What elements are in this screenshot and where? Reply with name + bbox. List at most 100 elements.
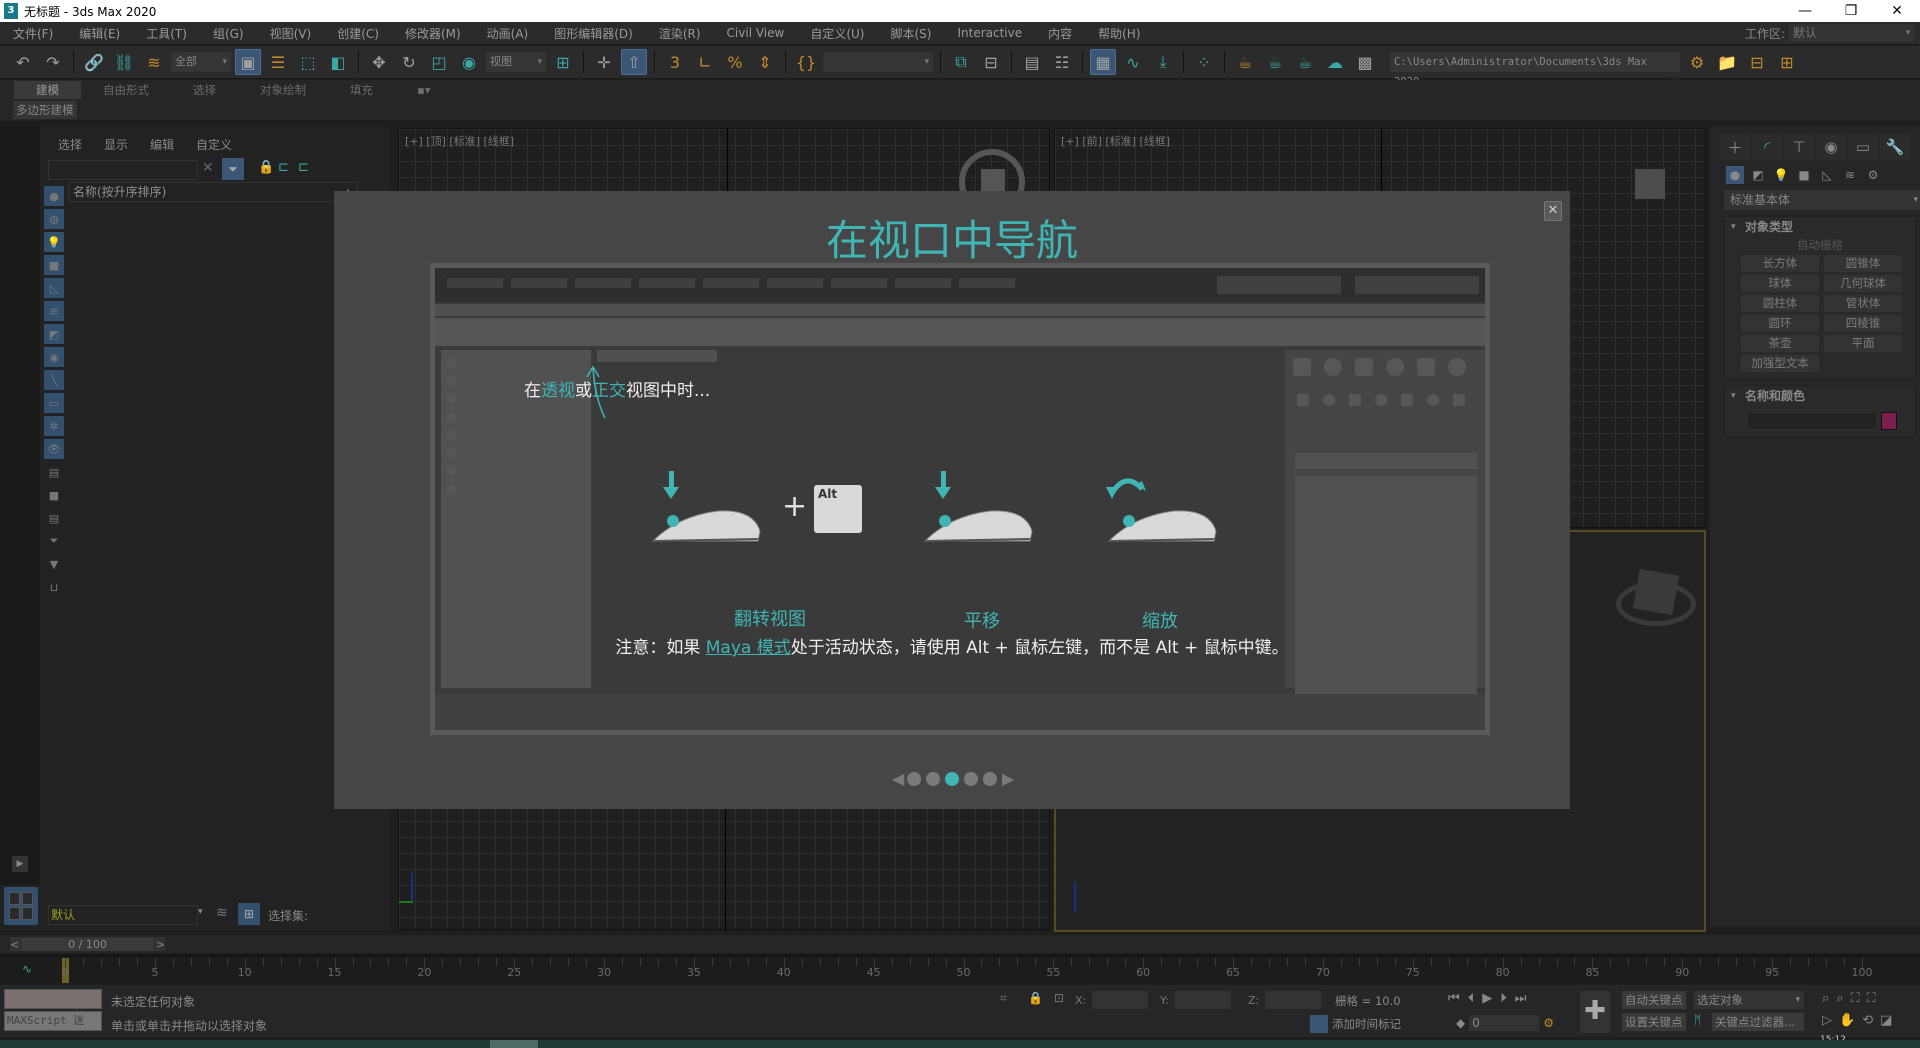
maya-mode-link[interactable]: Maya 模式 — [706, 638, 791, 658]
create-pyramid-button[interactable]: 四棱锥 — [1824, 315, 1902, 332]
scene-tab-customize[interactable]: 自定义 — [196, 136, 232, 153]
material-editor-icon[interactable]: ⁘ — [1191, 49, 1217, 75]
set-key-button[interactable]: 设置关键点 — [1622, 1013, 1686, 1031]
xrefs-filter-icon[interactable]: ◉ — [44, 347, 64, 367]
workspace-dropdown[interactable]: 默认 — [1789, 24, 1914, 42]
create-textplus-button[interactable]: 加强型文本 — [1741, 355, 1819, 372]
next-frame-icon[interactable]: ⏵ — [1500, 991, 1507, 1006]
go-to-start-icon[interactable]: ⏮ — [1448, 991, 1460, 1006]
create-geosphere-button[interactable]: 几何球体 — [1824, 275, 1902, 292]
rendered-frame-window-icon[interactable]: ☕ — [1262, 49, 1288, 75]
object-name-input[interactable] — [1747, 412, 1877, 430]
curve-editor-mini-icon[interactable]: ∿ — [22, 962, 32, 976]
ribbon-tab-populate[interactable]: 填充 — [328, 81, 395, 99]
bind-spacewarp-icon[interactable]: ≋ — [141, 49, 167, 75]
scene-tab-select[interactable]: 选择 — [58, 136, 82, 153]
menu-content[interactable]: 内容 — [1035, 25, 1085, 42]
maximize-button[interactable]: ❐ — [1828, 3, 1874, 19]
particles-filter-icon[interactable]: ✲ — [44, 416, 64, 436]
viewcube-compass[interactable] — [1616, 582, 1696, 626]
scene-tab-display[interactable]: 显示 — [104, 136, 128, 153]
create-box-button[interactable]: 长方体 — [1741, 255, 1819, 272]
pager-dot[interactable] — [926, 771, 940, 786]
placement-icon[interactable]: ◉ — [456, 49, 482, 75]
mirror-icon[interactable]: ⧉ — [948, 49, 974, 75]
layers-icon[interactable]: ≋ — [216, 905, 228, 921]
field-of-view-icon[interactable]: ▷ — [1822, 1013, 1832, 1028]
time-slider-thumb[interactable]: 0 / 100 — [22, 937, 153, 951]
object-color-swatch[interactable] — [1881, 412, 1897, 430]
project-tree-icon[interactable]: ⊞ — [1774, 49, 1800, 75]
edit-named-selection-icon[interactable]: {} — [793, 49, 819, 75]
project-structure-icon[interactable]: ⊟ — [1744, 49, 1770, 75]
pan-icon[interactable]: ✋ — [1839, 1013, 1855, 1028]
menu-help[interactable]: 帮助(H) — [1085, 25, 1153, 42]
menu-civil-view[interactable]: Civil View — [714, 26, 798, 40]
zoom-extents-all-icon[interactable]: ⛶ — [1867, 991, 1876, 1006]
select-invert-icon[interactable]: ▤ — [44, 508, 64, 528]
systems-icon[interactable]: ⚙ — [1864, 166, 1882, 184]
menu-edit[interactable]: 编辑(E) — [66, 25, 133, 42]
maximize-viewport-icon[interactable]: ◪ — [1880, 1013, 1892, 1028]
menu-create[interactable]: 创建(C) — [324, 25, 392, 42]
name-column-header[interactable]: 名称(按升序排序) — [68, 182, 358, 202]
clear-search-icon[interactable]: ✕ — [202, 160, 214, 176]
groups-filter-icon[interactable]: ◩ — [44, 324, 64, 344]
reference-coord-dropdown[interactable]: 视图 — [486, 52, 546, 72]
menu-file[interactable]: 文件(F) — [0, 25, 66, 42]
pager-prev-icon[interactable]: ◀ — [892, 769, 904, 788]
ribbon-tab-freeform[interactable]: 自由形式 — [81, 81, 171, 99]
rect-selection-icon[interactable]: ⬚ — [295, 49, 321, 75]
pager-next-icon[interactable]: ▶ — [1002, 769, 1014, 788]
create-cone-button[interactable]: 圆锥体 — [1824, 255, 1902, 272]
helpers-filter-icon[interactable]: ◺ — [44, 278, 64, 298]
key-mode-dropdown[interactable]: 选定对象 — [1694, 991, 1804, 1009]
rotate-icon[interactable]: ↻ — [396, 49, 422, 75]
schematic-view-icon[interactable]: ⤓ — [1150, 49, 1176, 75]
link-icon[interactable]: 🔗 — [81, 49, 107, 75]
filter-settings-icon[interactable]: ⏷ — [44, 531, 64, 551]
pager-dot[interactable] — [907, 771, 921, 786]
select-none-icon[interactable]: ■ — [44, 485, 64, 505]
filter-toggle-icon[interactable]: ▼ — [44, 554, 64, 574]
rollout-header[interactable]: 对象类型 — [1725, 217, 1915, 237]
menu-customize[interactable]: 自定义(U) — [797, 25, 877, 42]
key-filters-button[interactable]: 关键点过滤器... — [1712, 1013, 1804, 1031]
taskbar-item[interactable] — [490, 1040, 538, 1048]
time-config-icon[interactable]: ⚙ — [1543, 1016, 1554, 1030]
create-tube-button[interactable]: 管状体 — [1824, 295, 1902, 312]
project-folder-icon[interactable]: 📁 — [1714, 49, 1740, 75]
menu-tools[interactable]: 工具(T) — [133, 25, 200, 42]
lights-icon[interactable]: 💡 — [1772, 166, 1790, 184]
pivot-icon[interactable]: ⊞ — [550, 49, 576, 75]
cameras-filter-icon[interactable]: ■ — [44, 255, 64, 275]
key-filter-icon[interactable]: ᛗ — [1694, 1013, 1701, 1027]
ribbon-tab-selection[interactable]: 选择 — [171, 81, 238, 99]
key-mode-icon[interactable]: ◆ — [1456, 1016, 1465, 1030]
zoom-all-icon[interactable]: ⌕ — [1836, 991, 1843, 1006]
helpers-icon[interactable]: ◺ — [1818, 166, 1836, 184]
create-torus-button[interactable]: 圆环 — [1741, 315, 1819, 332]
select-object-icon[interactable]: ▣ — [235, 49, 261, 75]
container-icon[interactable]: ⊔ — [44, 577, 64, 597]
geometry-icon[interactable]: ● — [1726, 166, 1744, 184]
cameras-icon[interactable]: ■ — [1795, 166, 1813, 184]
render-toolbar-icon[interactable]: ▩ — [1352, 49, 1378, 75]
move-icon[interactable]: ✥ — [366, 49, 392, 75]
maxscript-mini-listener[interactable]: MAXScript 迷 — [4, 1011, 102, 1031]
previous-frame-icon[interactable]: ⏴ — [1468, 991, 1475, 1006]
menu-interactive[interactable]: Interactive — [944, 26, 1035, 40]
scene-tab-edit[interactable]: 编辑 — [150, 136, 174, 153]
zoom-icon[interactable]: ⌕ — [1822, 991, 1829, 1006]
set-key-big-button[interactable]: ✚ — [1580, 991, 1610, 1033]
rollout-header[interactable]: 名称和颜色 — [1725, 386, 1915, 406]
y-coordinate-input[interactable] — [1174, 991, 1231, 1009]
project-settings-icon[interactable]: ⚙ — [1684, 49, 1710, 75]
menu-scripting[interactable]: 脚本(S) — [877, 25, 944, 42]
selection-filter-dropdown[interactable]: 全部 — [171, 52, 231, 72]
named-selection-dropdown[interactable] — [823, 52, 933, 72]
project-path-dropdown[interactable]: C:\Users\Administrator\Documents\3ds Max… — [1390, 52, 1680, 92]
menu-views[interactable]: 视图(V) — [257, 25, 325, 42]
spinner-snap-icon[interactable]: ⇕ — [752, 49, 778, 75]
percent-snap-icon[interactable]: % — [722, 49, 748, 75]
